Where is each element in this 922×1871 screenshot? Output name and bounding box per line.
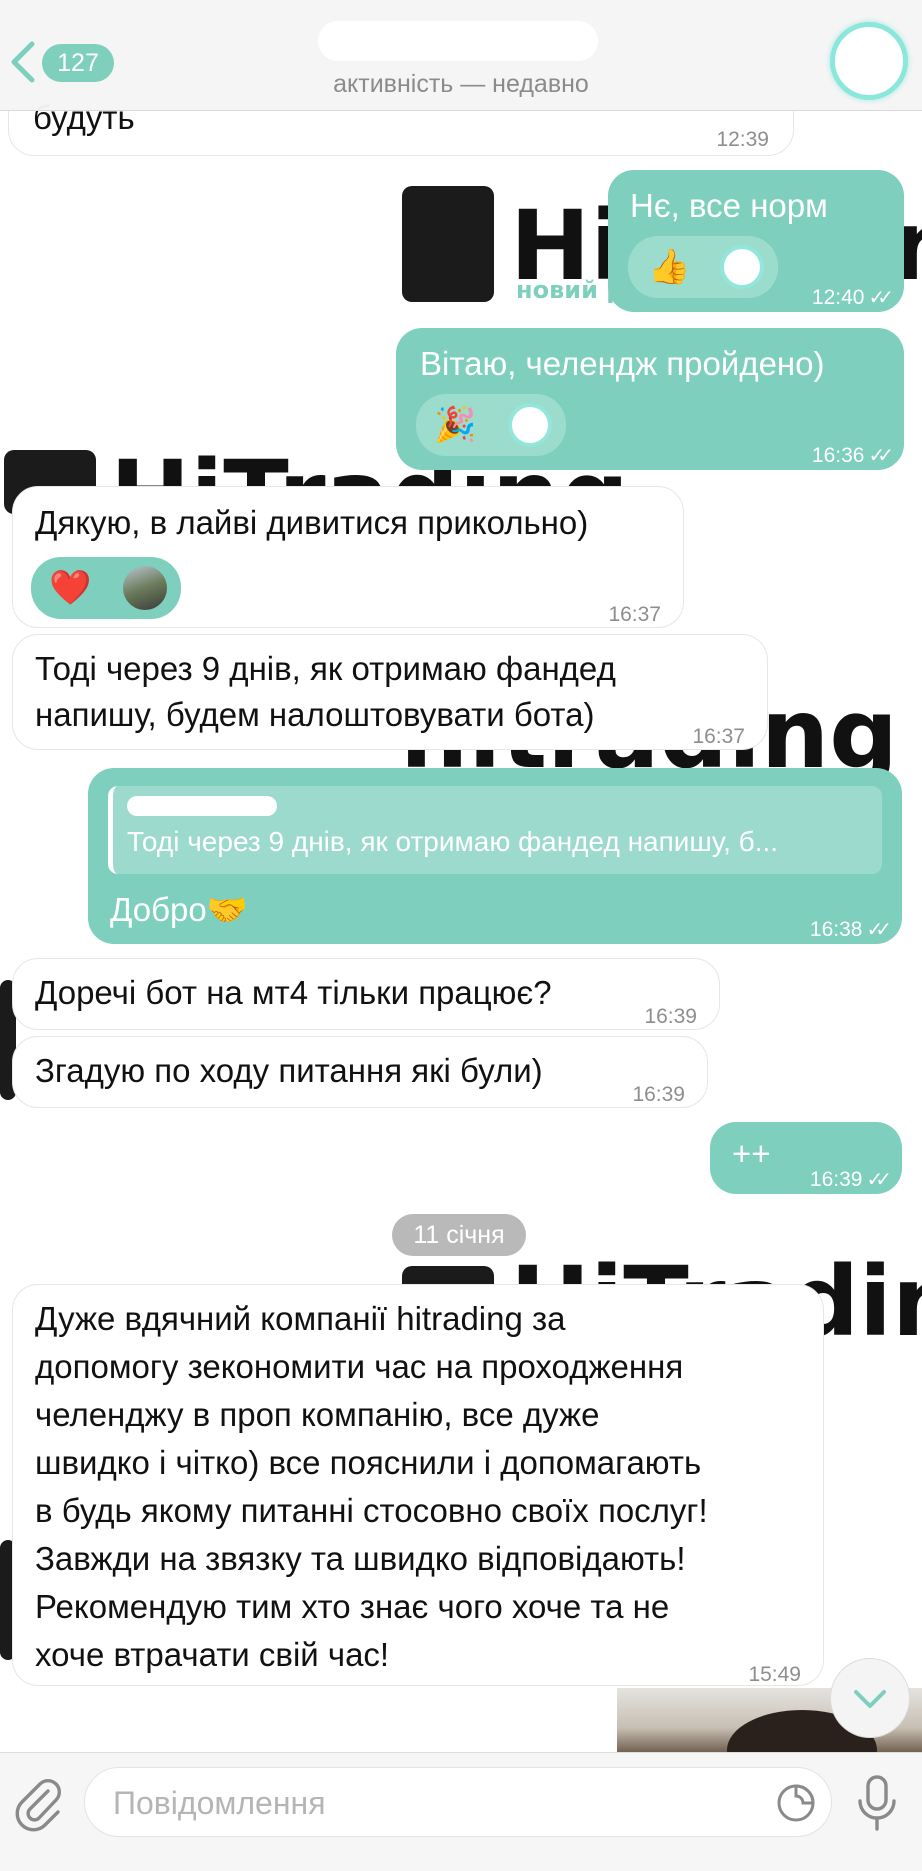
message-time: 16:37 xyxy=(608,603,661,626)
sticker-icon xyxy=(777,1784,815,1822)
paperclip-icon xyxy=(15,1779,61,1832)
contact-name-redacted[interactable] xyxy=(318,21,598,61)
message-text-line: Тоді через 9 днів, як отримаю фандед xyxy=(35,650,616,687)
date-separator: 11 січня xyxy=(392,1214,526,1256)
message-text-line: напишу, будем налоштовувати бота) xyxy=(35,696,595,733)
message-text: Добро🤝 xyxy=(110,891,248,928)
message-incoming[interactable]: Згадую по ходу питання які були) 16:39 xyxy=(12,1036,708,1108)
sticker-button[interactable] xyxy=(775,1782,817,1824)
message-incoming[interactable]: Тоді через 9 днів, як отримаю фандед нап… xyxy=(12,634,768,750)
contact-status: активність — недавно xyxy=(333,70,589,98)
message-outgoing-reply[interactable]: Тоді через 9 днів, як отримаю фандед нап… xyxy=(88,768,902,944)
message-time: 16:39 xyxy=(632,1083,685,1106)
message-text-line: в будь якому питанні стосовно своїх посл… xyxy=(35,1492,708,1529)
message-outgoing[interactable]: Нє, все норм 👍 12:40 ✓✓ xyxy=(608,170,904,312)
message-outgoing[interactable]: Вітаю, челендж пройдено) 🎉 16:36 ✓✓ xyxy=(396,328,904,470)
message-text: Згадую по ходу питання які були) xyxy=(35,1052,543,1089)
read-checkmarks-icon: ✓✓ xyxy=(866,919,891,941)
message-text-line: хоче втрачати свій час! xyxy=(35,1636,390,1673)
message-incoming[interactable]: Дуже вдячний компанії hitrading за допом… xyxy=(12,1284,824,1686)
reply-author-redacted xyxy=(127,796,277,816)
message-text: Нє, все норм xyxy=(630,187,828,224)
reaction-chip[interactable]: ❤️ xyxy=(31,557,181,619)
message-incoming[interactable]: Доречі бот на мт4 тільки працює? 16:39 xyxy=(12,958,720,1030)
composer-bar xyxy=(0,1752,922,1871)
message-text: ++ xyxy=(732,1135,771,1172)
message-incoming[interactable]: Дякую, в лайві дивитися прикольно) ❤️ 16… xyxy=(12,486,684,628)
read-checkmarks-icon: ✓✓ xyxy=(866,1169,891,1191)
message-time: 16:39 ✓✓ xyxy=(810,1156,892,1204)
message-text-line: челенджу в проп компанію, все дуже xyxy=(35,1396,600,1433)
message-text-line: Дуже вдячний компанії hitrading за xyxy=(35,1300,566,1337)
attach-button[interactable] xyxy=(12,1773,64,1833)
wallpaper-logo-1 xyxy=(402,186,494,302)
reactor-avatar xyxy=(720,245,764,289)
message-outgoing[interactable]: ++ 16:39 ✓✓ xyxy=(710,1122,902,1194)
reactor-avatar xyxy=(508,403,552,447)
message-time: 16:37 xyxy=(692,725,745,748)
contact-avatar[interactable] xyxy=(830,22,908,100)
message-time: 12:39 xyxy=(716,128,769,151)
microphone-icon xyxy=(858,1775,896,1831)
message-text-line: допомогу зекономити час на проходження xyxy=(35,1348,684,1385)
message-time: 16:39 xyxy=(644,1005,697,1028)
reactor-avatar-photo xyxy=(123,566,167,610)
chat-header: 127 активність — недавно xyxy=(0,0,922,111)
message-time: 16:38 ✓✓ xyxy=(810,906,892,954)
chevron-down-icon xyxy=(854,1690,886,1708)
party-popper-icon: 🎉 xyxy=(434,406,477,444)
message-text: Вітаю, челендж пройдено) xyxy=(420,345,825,382)
reaction-chip[interactable]: 🎉 xyxy=(416,394,566,456)
reaction-chip[interactable]: 👍 xyxy=(628,236,778,298)
read-checkmarks-icon: ✓✓ xyxy=(868,445,893,467)
message-text: Доречі бот на мт4 тільки працює? xyxy=(35,974,552,1011)
red-heart-icon: ❤️ xyxy=(49,569,92,607)
message-text-line: Рекомендую тим хто знає чого хоче та не xyxy=(35,1588,670,1625)
read-checkmarks-icon: ✓✓ xyxy=(868,287,893,309)
message-input-field[interactable] xyxy=(84,1767,832,1838)
message-time: 12:40 ✓✓ xyxy=(812,274,894,322)
thumbs-up-icon: 👍 xyxy=(648,248,691,286)
message-input[interactable] xyxy=(111,1768,715,1838)
reply-quote[interactable]: Тоді через 9 днів, як отримаю фандед нап… xyxy=(108,786,882,874)
message-text-line: швидко і чітко) все пояснили і допомагаю… xyxy=(35,1444,702,1481)
message-text: Дякую, в лайві дивитися прикольно) xyxy=(35,504,589,541)
message-time: 16:36 ✓✓ xyxy=(812,432,894,480)
voice-message-button[interactable] xyxy=(852,1771,902,1837)
reply-quote-text: Тоді через 9 днів, як отримаю фандед нап… xyxy=(127,826,779,857)
scroll-to-bottom-button[interactable] xyxy=(830,1658,910,1738)
message-text-line: Завжди на звязку та швидко відповідають! xyxy=(35,1540,686,1577)
